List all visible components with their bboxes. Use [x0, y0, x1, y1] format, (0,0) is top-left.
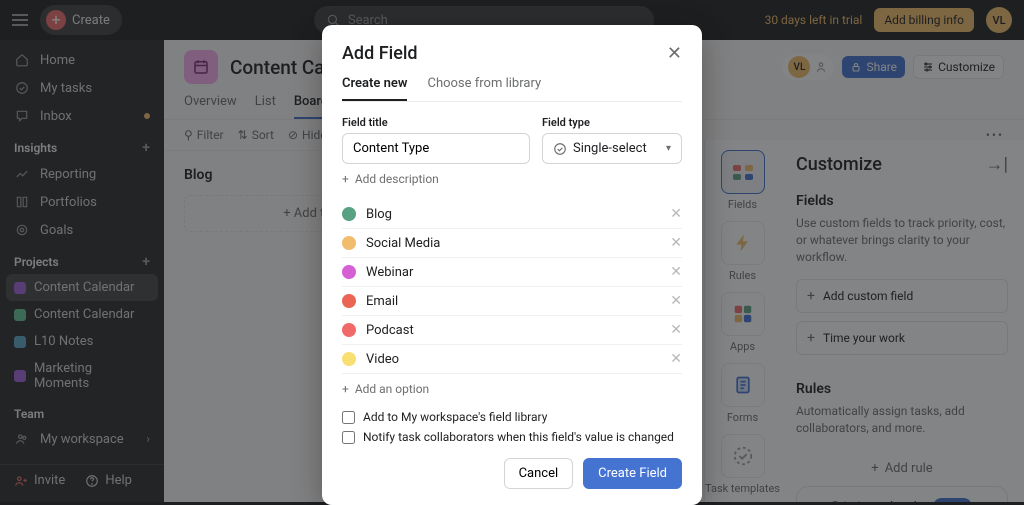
field-title-input[interactable]	[342, 133, 530, 164]
option-row[interactable]: Podcast ✕	[342, 316, 682, 345]
field-type-value: Single-select	[573, 141, 647, 156]
option-row[interactable]: Video ✕	[342, 345, 682, 374]
option-row[interactable]: Social Media ✕	[342, 229, 682, 258]
notify-checkbox-row[interactable]: Notify task collaborators when this fiel…	[342, 430, 682, 444]
option-color-icon	[342, 352, 356, 366]
option-row[interactable]: Email ✕	[342, 287, 682, 316]
library-checkbox[interactable]	[342, 411, 355, 424]
option-label: Email	[366, 294, 660, 309]
plus-icon: +	[342, 172, 349, 186]
remove-option-icon[interactable]: ✕	[670, 264, 682, 280]
add-field-modal: Add Field ✕ Create new Choose from librar…	[322, 25, 702, 505]
chevron-down-icon: ▾	[666, 143, 671, 154]
option-color-icon	[342, 294, 356, 308]
field-type-label: Field type	[542, 116, 682, 129]
option-row[interactable]: Webinar ✕	[342, 258, 682, 287]
library-checkbox-row[interactable]: Add to My workspace's field library	[342, 410, 682, 424]
create-field-button[interactable]: Create Field	[583, 458, 682, 489]
remove-option-icon[interactable]: ✕	[670, 206, 682, 222]
option-label: Webinar	[366, 265, 660, 280]
option-label: Podcast	[366, 323, 660, 338]
remove-option-icon[interactable]: ✕	[670, 351, 682, 367]
notify-checkbox[interactable]	[342, 431, 355, 444]
modal-tab[interactable]: Choose from library	[427, 76, 541, 101]
close-icon[interactable]: ✕	[667, 43, 682, 64]
option-label: Social Media	[366, 236, 660, 251]
add-option-button[interactable]: + Add an option	[342, 382, 682, 396]
remove-option-icon[interactable]: ✕	[670, 293, 682, 309]
option-color-icon	[342, 323, 356, 337]
option-color-icon	[342, 265, 356, 279]
option-row[interactable]: Blog ✕	[342, 200, 682, 229]
modal-title: Add Field	[342, 43, 418, 64]
option-label: Video	[366, 352, 660, 367]
field-title-label: Field title	[342, 116, 530, 129]
single-select-icon	[553, 142, 567, 156]
cancel-button[interactable]: Cancel	[504, 458, 574, 489]
modal-tab[interactable]: Create new	[342, 76, 407, 101]
remove-option-icon[interactable]: ✕	[670, 322, 682, 338]
option-color-icon	[342, 207, 356, 221]
remove-option-icon[interactable]: ✕	[670, 235, 682, 251]
field-type-select[interactable]: Single-select ▾	[542, 133, 682, 164]
add-description-button[interactable]: + Add description	[342, 172, 682, 186]
plus-icon: +	[342, 382, 349, 396]
option-color-icon	[342, 236, 356, 250]
option-label: Blog	[366, 207, 660, 222]
